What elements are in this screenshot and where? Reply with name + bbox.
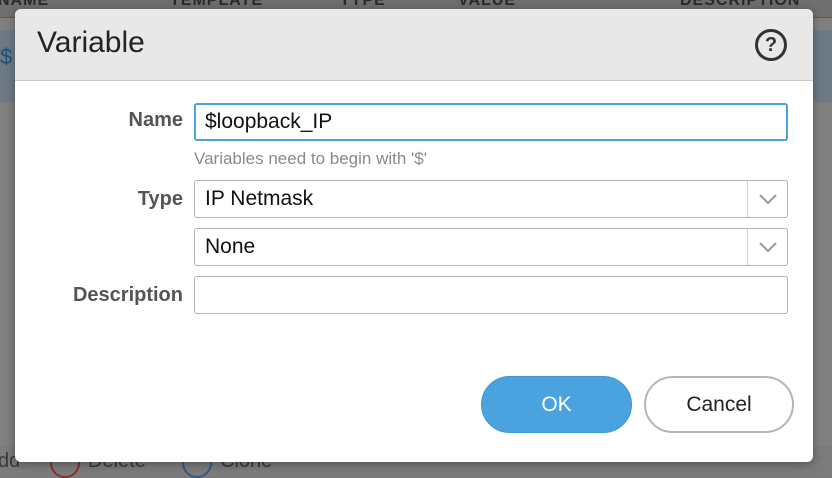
description-label: Description <box>72 284 183 306</box>
type-select-value: IP Netmask <box>205 187 314 210</box>
netmask-select-value: None <box>205 235 256 258</box>
name-label: Name <box>128 109 183 131</box>
name-hint: Variables need to begin with '$' <box>194 149 427 168</box>
variable-dialog: Variable ? Name $loopback_IP Variables n… <box>15 9 813 462</box>
dialog-header: Variable ? <box>15 9 813 81</box>
question-circle-icon[interactable]: ? <box>755 29 787 61</box>
chevron-down-icon[interactable] <box>747 229 787 265</box>
ok-button[interactable]: OK <box>481 376 632 433</box>
description-input[interactable] <box>194 276 788 314</box>
name-input[interactable]: $loopback_IP <box>194 103 788 141</box>
netmask-select[interactable]: None <box>194 228 788 266</box>
cancel-button[interactable]: Cancel <box>644 376 794 433</box>
dialog-title: Variable <box>37 26 145 59</box>
type-label: Type <box>137 188 183 210</box>
background-row-text: $ <box>0 44 13 69</box>
type-select[interactable]: IP Netmask <box>194 180 788 218</box>
chevron-down-icon[interactable] <box>747 181 787 217</box>
